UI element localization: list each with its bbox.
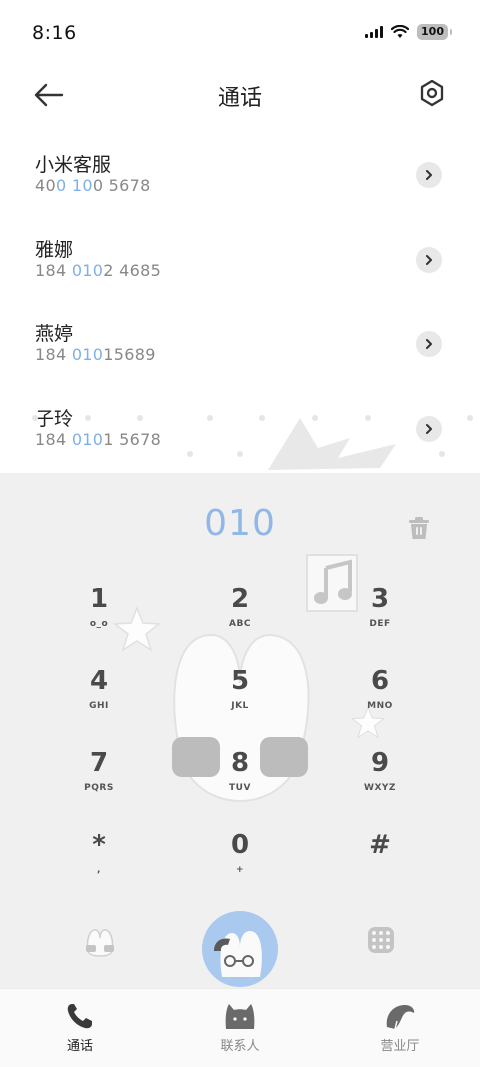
status-icons: 100 xyxy=(365,24,452,40)
contact-name: 子玲 xyxy=(35,407,74,430)
key-letters: PQRS xyxy=(84,783,114,793)
settings-hexagon-icon[interactable] xyxy=(418,78,446,108)
number-match-highlight: 010 xyxy=(71,429,104,449)
key-digit: 6 xyxy=(370,666,390,696)
key-6[interactable]: 6 MNO xyxy=(330,665,430,735)
key-letters: TUV xyxy=(229,783,251,793)
key-star[interactable]: *, xyxy=(49,829,149,899)
key-digit: 2 xyxy=(230,584,250,614)
bunny-theme-icon[interactable] xyxy=(82,925,118,957)
number-segment: 2 4685 xyxy=(103,260,162,280)
key-5[interactable]: 5 JKL xyxy=(190,665,290,735)
dial-actions xyxy=(0,903,480,987)
contact-number: 184 0102 4685 xyxy=(35,261,480,280)
chevron-right-icon xyxy=(426,339,432,349)
key-0[interactable]: 0 + xyxy=(190,829,290,899)
contact-number: 184 0101 5678 xyxy=(35,430,480,449)
key-digit: 4 xyxy=(89,666,109,696)
key-3[interactable]: 3 DEF xyxy=(330,583,430,653)
key-digit: 1 xyxy=(89,584,109,614)
delete-trash-icon[interactable] xyxy=(406,515,432,541)
contact-detail-button[interactable] xyxy=(416,162,442,188)
contact-name: 燕婷 xyxy=(35,323,74,345)
chevron-right-icon xyxy=(426,254,432,265)
contact-number: 400 100 5678 xyxy=(35,176,480,195)
key-2[interactable]: 2 ABC xyxy=(190,583,290,653)
number-segment: 0 5678 xyxy=(92,176,151,195)
key-digit: 3 xyxy=(370,584,390,614)
key-8[interactable]: 8 TUV xyxy=(190,747,290,817)
phone-icon xyxy=(67,1004,92,1029)
nav-item-contacts[interactable]: 联系人 xyxy=(160,989,320,1067)
key-digit: 8 xyxy=(230,748,250,778)
nav-label: 通话 xyxy=(66,1039,93,1054)
nav-item-service-hall[interactable]: 营业厅 xyxy=(320,989,480,1067)
key-4[interactable]: 4 GHI xyxy=(49,665,149,735)
number-match-highlight: 0 xyxy=(55,176,67,195)
key-letters: WXYZ xyxy=(364,783,396,793)
nav-label: 营业厅 xyxy=(380,1039,420,1054)
chevron-right-icon xyxy=(426,170,432,180)
key-letters: , xyxy=(97,865,101,875)
battery-indicator: 100 xyxy=(417,24,452,40)
key-letters: ABC xyxy=(229,619,251,629)
contact-row[interactable]: 子玲 184 0101 5678 xyxy=(0,394,480,479)
key-letters: DEF xyxy=(369,619,391,629)
number-match-highlight: 010 xyxy=(71,260,104,280)
contact-name: 雅娜 xyxy=(35,238,74,261)
number-match-highlight: 10 xyxy=(71,176,93,195)
nav-item-calls[interactable]: 通话 xyxy=(0,989,160,1067)
key-digit: 5 xyxy=(230,666,250,696)
number-match-highlight: 010 xyxy=(71,345,104,364)
key-1[interactable]: 1 o_o xyxy=(49,583,149,653)
number-segment: 1 5678 xyxy=(103,429,162,449)
contact-number: 184 01015689 xyxy=(35,345,480,364)
number-segment: 184 xyxy=(35,429,72,449)
key-7[interactable]: 7 PQRS xyxy=(49,747,149,817)
number-segment: 15689 xyxy=(103,345,156,364)
contact-row[interactable]: 燕婷 184 01015689 xyxy=(0,309,480,394)
key-9[interactable]: 9 WXYZ xyxy=(330,747,430,817)
call-bunny-icon xyxy=(214,931,262,977)
key-letters: GHI xyxy=(89,701,109,711)
key-digit: # xyxy=(369,830,391,860)
key-digit: 9 xyxy=(370,748,390,778)
number-segment: 184 xyxy=(35,345,72,364)
dialer-panel: 010 1 o_o 2 ABC 3 DEF 4 GHI 5 JKL 6 MNO 7 PQRS … xyxy=(0,473,480,988)
contact-name: 小米客服 xyxy=(35,154,112,176)
contacts-cat-icon xyxy=(225,1004,255,1029)
call-button[interactable] xyxy=(202,911,278,987)
key-letters: + xyxy=(235,865,245,875)
page-title: 通话 xyxy=(217,86,262,111)
status-bar: 8:16 100 xyxy=(0,0,480,66)
chevron-right-icon xyxy=(426,423,432,434)
keypad-toggle-icon[interactable] xyxy=(368,927,394,953)
header: 通话 xyxy=(0,66,480,126)
contact-detail-button[interactable] xyxy=(416,246,442,273)
key-letters: MNO xyxy=(367,701,393,711)
status-time: 8:16 xyxy=(32,22,77,44)
nav-label: 联系人 xyxy=(220,1039,260,1054)
service-hall-icon xyxy=(386,1005,415,1030)
key-hash[interactable]: # xyxy=(330,829,430,899)
key-letters: o_o xyxy=(89,619,109,629)
contact-row[interactable]: 雅娜 184 0102 4685 xyxy=(0,225,480,310)
number-segment: 40 xyxy=(35,176,56,195)
contact-detail-button[interactable] xyxy=(416,415,442,442)
signal-icon xyxy=(365,26,384,38)
key-digit: 0 xyxy=(230,830,250,860)
contact-row[interactable]: 小米客服 400 100 5678 xyxy=(0,140,480,225)
contact-list: 小米客服 400 100 5678 雅娜 184 0102 4685 燕婷 18… xyxy=(0,140,480,478)
key-digit: * xyxy=(92,830,106,860)
bottom-nav: 通话 联系人 营业厅 xyxy=(0,988,480,1067)
key-letters: JKL xyxy=(231,701,249,711)
contact-detail-button[interactable] xyxy=(416,331,442,357)
number-segment: 184 xyxy=(35,260,72,280)
wifi-icon xyxy=(391,25,410,38)
key-digit: 7 xyxy=(89,748,109,778)
